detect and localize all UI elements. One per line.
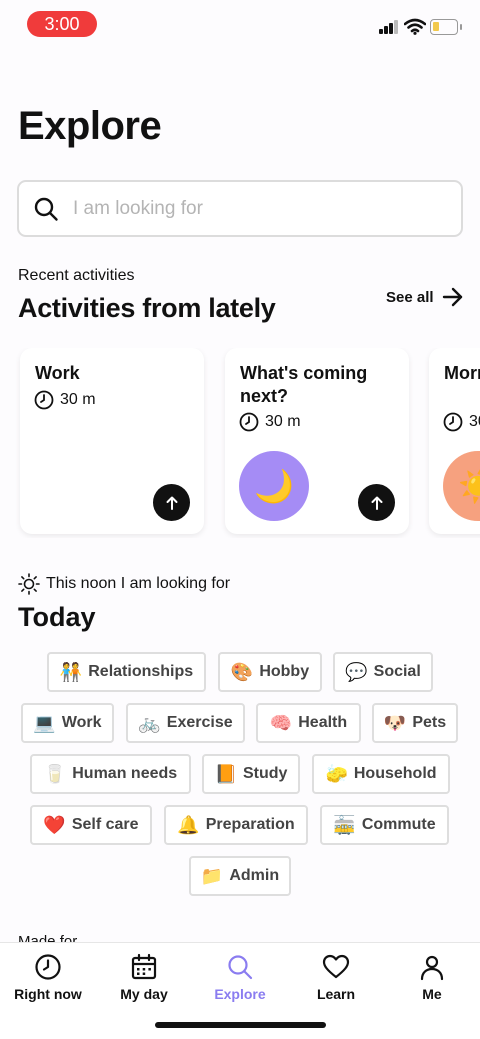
page-title: Explore	[18, 104, 162, 148]
sun-icon	[18, 573, 40, 595]
arrow-right-icon	[442, 287, 462, 307]
see-all-label: See all	[386, 288, 434, 306]
bell-icon: 🔔	[177, 814, 200, 835]
tab-label: Right now	[14, 986, 82, 1002]
category-chip-study[interactable]: 📙 Study	[202, 754, 300, 794]
open-activity-button[interactable]	[358, 484, 395, 521]
laptop-icon: 💻	[33, 712, 56, 733]
cellular-signal-icon	[379, 20, 400, 34]
bicycle-icon: 🚲	[138, 712, 161, 733]
heart-icon	[322, 954, 350, 979]
search-box[interactable]	[17, 180, 463, 237]
category-chip-health[interactable]: 🧠 Health	[256, 703, 361, 743]
dog-icon: 🐶	[383, 712, 407, 733]
heart-icon: ❤️	[43, 814, 66, 835]
chip-label: Commute	[361, 816, 436, 833]
chip-label: Household	[353, 765, 437, 782]
open-activity-button[interactable]	[153, 484, 190, 521]
tram-icon: 🚋	[333, 814, 356, 835]
activity-card[interactable]: Morning check 30 m ☀️	[429, 348, 480, 534]
chip-label: Work	[61, 714, 102, 731]
brain-icon: 🧠	[269, 712, 293, 733]
wifi-icon	[404, 18, 426, 35]
category-chip-exercise[interactable]: 🚲 Exercise	[126, 703, 245, 743]
clock-icon	[34, 390, 54, 410]
activity-card-title: Morning check	[444, 363, 480, 383]
chip-label: Pets	[412, 714, 447, 731]
activity-card-title: Work	[35, 363, 80, 383]
chip-label: Human needs	[72, 765, 178, 782]
tab-right-now[interactable]: Right now	[0, 953, 96, 1002]
arrow-up-icon	[371, 496, 382, 510]
activity-card[interactable]: Work 30 m	[20, 348, 204, 534]
clock-icon	[35, 954, 61, 980]
tab-label: My day	[120, 986, 168, 1002]
category-chip-household[interactable]: 🧽 Household	[312, 754, 450, 794]
status-bar: 3:00	[0, 0, 480, 48]
clock-icon	[239, 412, 259, 432]
search-input[interactable]	[73, 192, 443, 226]
activity-card[interactable]: What's coming next? 30 m 🌙	[225, 348, 409, 534]
home-indicator[interactable]	[155, 1022, 326, 1028]
person-icon	[420, 955, 444, 981]
category-chip-social[interactable]: 💬 Social	[333, 652, 433, 692]
category-chip-hobby[interactable]: 🎨 Hobby	[218, 652, 322, 692]
noon-prompt-text: This noon I am looking for	[46, 575, 231, 592]
tab-learn[interactable]: Learn	[288, 953, 384, 1002]
chip-label: Preparation	[205, 816, 295, 833]
activity-card-duration: 30 m	[443, 412, 480, 432]
duration-text: 30 m	[60, 391, 96, 408]
category-chip-admin[interactable]: 📁 Admin	[189, 856, 291, 896]
search-icon	[228, 955, 253, 980]
battery-icon	[430, 19, 462, 35]
chip-label: Admin	[229, 867, 280, 884]
chip-label: Social	[373, 663, 421, 680]
see-all-link[interactable]: See all	[386, 284, 464, 310]
tab-label: Explore	[214, 986, 266, 1002]
category-chip-relationships[interactable]: 🧑‍🤝‍🧑 Relationships	[47, 652, 206, 692]
recent-section-title: Activities from lately	[18, 293, 276, 323]
activity-card-title: What's coming next?	[240, 363, 368, 406]
category-chip-preparation[interactable]: 🔔 Preparation	[164, 805, 308, 845]
category-chip-work[interactable]: 💻 Work	[21, 703, 114, 743]
palette-icon: 🎨	[230, 661, 254, 682]
arrow-up-icon	[166, 496, 177, 510]
chip-label: Exercise	[166, 714, 233, 731]
chip-label: Self care	[71, 816, 139, 833]
tab-explore[interactable]: Explore	[192, 953, 288, 1002]
category-chip-pets[interactable]: 🐶 Pets	[372, 703, 458, 743]
duration-text: 30 m	[265, 413, 301, 430]
tab-label: Learn	[316, 986, 356, 1002]
chip-label: Hobby	[259, 663, 310, 680]
chip-label: Health	[298, 714, 348, 731]
tab-my-day[interactable]: My day	[96, 953, 192, 1002]
recent-activities-label: Recent activities	[18, 267, 135, 284]
category-chip-self-care[interactable]: ❤️ Self care	[30, 805, 152, 845]
speech-bubble-icon: 💬	[345, 661, 368, 682]
category-chip-commute[interactable]: 🚋 Commute	[320, 805, 449, 845]
calendar-icon	[131, 953, 157, 980]
tab-label: Me	[422, 986, 442, 1002]
status-time: 3:00	[27, 11, 97, 37]
folder-icon: 📁	[200, 865, 224, 886]
activity-card-duration: 30 m	[34, 390, 96, 410]
search-icon	[34, 197, 58, 221]
tab-me[interactable]: Me	[384, 953, 480, 1002]
chip-label: Relationships	[88, 663, 194, 680]
people-holding-hands-icon: 🧑‍🤝‍🧑	[59, 661, 83, 682]
moon-emoji-icon: 🌙	[239, 451, 309, 521]
clock-icon	[443, 412, 463, 432]
glass-icon: 🥛	[43, 763, 67, 784]
duration-text: 30 m	[469, 413, 480, 430]
today-title: Today	[18, 602, 96, 632]
sponge-icon: 🧽	[325, 763, 348, 784]
book-icon: 📙	[214, 763, 237, 784]
category-chip-human-needs[interactable]: 🥛 Human needs	[30, 754, 191, 794]
sun-emoji-icon: ☀️	[443, 451, 480, 521]
chip-label: Study	[242, 765, 288, 782]
noon-prompt: This noon I am looking for	[18, 573, 230, 595]
recent-activity-carousel[interactable]: Work 30 m What's coming next? 30 m 🌙 Mor…	[0, 348, 480, 538]
activity-card-duration: 30 m	[239, 412, 301, 432]
